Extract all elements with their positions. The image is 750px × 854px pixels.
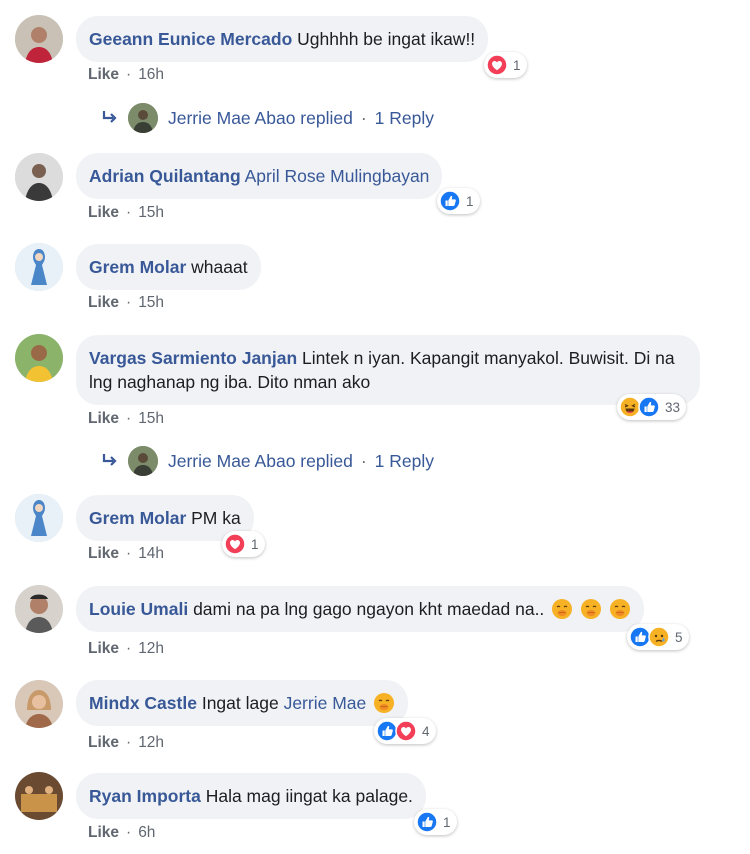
like-link[interactable]: Like [88,204,119,221]
reaction-count: 1 [251,536,259,552]
like-link[interactable]: Like [88,294,119,311]
like-link[interactable]: Like [88,66,119,83]
hand-over-mouth-emoji-icon [551,598,573,620]
comment-author[interactable]: Grem Molar [89,257,186,277]
comment-meta: Like · 6h [88,824,156,841]
love-icon [224,533,246,555]
comment-text: Ughhhh be ingat ikaw!! [297,29,476,49]
like-link[interactable]: Like [88,410,119,427]
comment-bubble: Mindx Castle Ingat lage Jerrie Mae [76,680,409,726]
hand-over-mouth-emoji-icon [580,598,602,620]
reaction-count: 4 [422,723,430,739]
like-link[interactable]: Like [88,734,119,751]
comment-meta: Like · 12h [88,734,165,751]
reaction-summary[interactable]: 33 [617,394,687,420]
reply-author: Jerrie Mae Abao replied [168,450,353,471]
comment-author[interactable]: Ryan Importa [89,786,201,806]
sad-icon [648,626,670,648]
comment-text: dami na pa lng gago ngayon kht maedad na… [193,599,545,619]
like-link[interactable]: Like [88,640,119,657]
like-icon [638,396,660,418]
like-icon [439,190,461,212]
avatar[interactable] [15,334,63,382]
comment-bubble: Ryan Importa Hala mag iingat ka palage. [76,773,426,819]
avatar[interactable] [15,15,63,63]
avatar[interactable] [15,772,63,820]
reaction-summary[interactable]: 5 [627,624,689,650]
timestamp[interactable]: 15h [138,294,164,311]
comment-bubble: Adrian Quilantang April Rose Mulingbayan [76,153,443,199]
love-icon [395,720,417,742]
comment-text: Ingat lage [201,693,279,713]
comment-meta: Like · 12h [88,640,165,657]
reaction-count: 1 [513,57,521,73]
comment-author[interactable]: Grem Molar [89,508,186,528]
comment-meta: Like · 15h [88,410,165,427]
timestamp[interactable]: 14h [138,545,164,562]
reaction-count: 33 [665,399,681,415]
comment-meta: Like · 15h [88,204,165,221]
avatar[interactable] [15,680,63,728]
reply-arrow-icon [102,454,117,466]
reaction-count: 5 [675,629,683,645]
comment-meta: Like · 16h [88,66,165,83]
comment-author[interactable]: Vargas Sarmiento Janjan [89,348,297,368]
avatar[interactable] [15,585,63,633]
comment-author[interactable]: Geeann Eunice Mercado [89,29,292,49]
comment-author[interactable]: Louie Umali [89,599,188,619]
comment-author[interactable]: Adrian Quilantang [89,166,241,186]
reply-count: 1 Reply [374,450,434,471]
like-link[interactable]: Like [88,824,119,841]
reply-author: Jerrie Mae Abao replied [168,107,353,128]
comment-meta: Like · 15h [88,294,165,311]
mention-link[interactable]: April Rose Mulingbayan [245,166,430,186]
reaction-summary[interactable]: 1 [222,531,265,557]
avatar[interactable] [15,153,63,201]
hand-over-mouth-emoji-icon [373,692,395,714]
timestamp[interactable]: 12h [138,640,164,657]
comment-text: Hala mag iingat ka palage. [205,786,413,806]
timestamp[interactable]: 16h [138,66,164,83]
comment-text: PM ka [191,508,241,528]
timestamp[interactable]: 12h [138,734,164,751]
timestamp[interactable]: 6h [138,824,155,841]
reaction-count: 1 [466,193,474,209]
comment-meta: Like · 14h [88,545,165,562]
reaction-summary[interactable]: 1 [437,188,480,214]
reaction-summary[interactable]: 1 [484,52,527,78]
like-link[interactable]: Like [88,545,119,562]
reaction-count: 1 [443,814,451,830]
avatar [128,103,158,133]
comment-author[interactable]: Mindx Castle [89,693,197,713]
timestamp[interactable]: 15h [138,410,164,427]
comment-bubble: Geeann Eunice Mercado Ughhhh be ingat ik… [76,16,489,62]
mention-link[interactable]: Jerrie Mae [284,693,367,713]
avatar [128,446,158,476]
avatar[interactable] [15,494,63,542]
view-replies-link[interactable]: Jerrie Mae Abao replied · 1 Reply [100,445,434,477]
reply-arrow-icon [102,111,117,123]
comment-bubble: Vargas Sarmiento Janjan Lintek n iyan. K… [76,335,700,405]
comment-bubble: Louie Umali dami na pa lng gago ngayon k… [76,586,644,632]
comment-bubble: Grem Molar whaaat [76,244,261,290]
love-icon [486,54,508,76]
reaction-summary[interactable]: 4 [374,718,436,744]
timestamp[interactable]: 15h [138,204,164,221]
comment-text: whaaat [191,257,248,277]
reply-count: 1 Reply [374,107,434,128]
avatar[interactable] [15,243,63,291]
hand-over-mouth-emoji-icon [609,598,631,620]
view-replies-link[interactable]: Jerrie Mae Abao replied · 1 Reply [100,102,434,134]
like-icon [416,811,438,833]
reaction-summary[interactable]: 1 [414,809,457,835]
